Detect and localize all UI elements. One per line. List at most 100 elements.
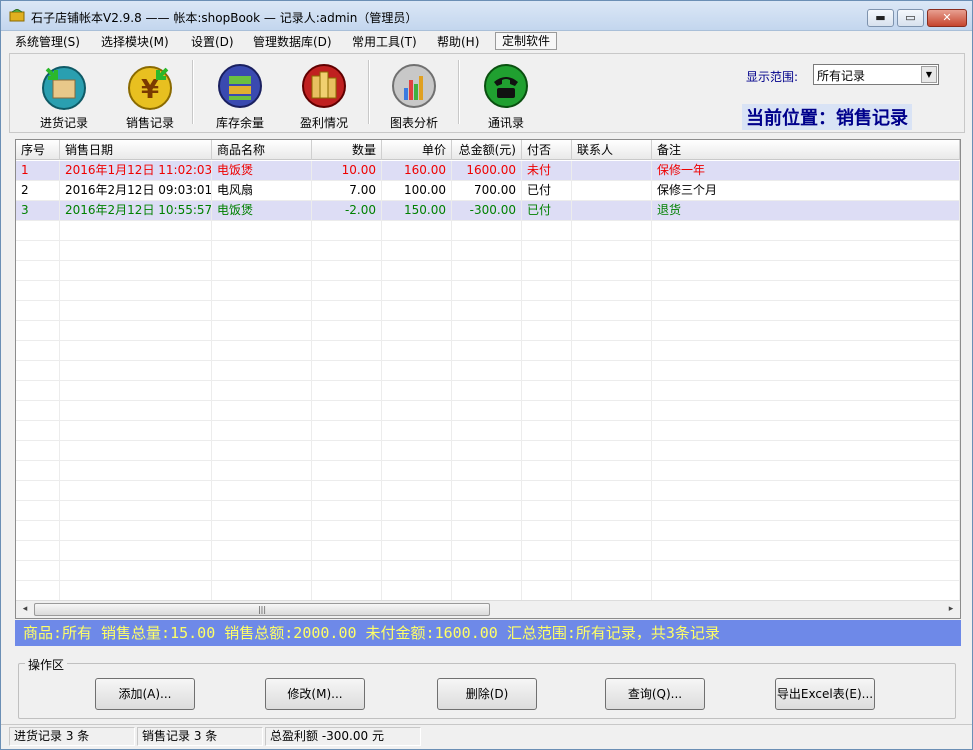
cell-date: [60, 501, 212, 521]
scroll-left-icon[interactable]: ◂: [18, 603, 32, 616]
export-excel-button[interactable]: 导出Excel表(E)...: [775, 678, 875, 710]
cell-paid: [522, 441, 572, 461]
col-header-note[interactable]: 备注: [652, 140, 960, 160]
cell-note: [652, 321, 960, 341]
cell-note: [652, 361, 960, 381]
cell-no: [16, 501, 60, 521]
table-row[interactable]: [16, 341, 960, 361]
tool-inventory[interactable]: 库存余量: [200, 58, 280, 132]
table-row[interactable]: [16, 501, 960, 521]
table-row[interactable]: [16, 301, 960, 321]
app-logo-icon: [9, 9, 25, 22]
inventory-icon: [218, 64, 262, 108]
table-row[interactable]: [16, 381, 960, 401]
close-button[interactable]: ✕: [927, 9, 967, 27]
cell-price: [382, 261, 452, 281]
cell-total: -300.00: [452, 201, 522, 221]
table-row[interactable]: [16, 361, 960, 381]
minimize-button[interactable]: ▬: [867, 9, 894, 27]
col-header-date[interactable]: 销售日期: [60, 140, 212, 160]
add-button[interactable]: 添加(A)...: [95, 678, 195, 710]
cell-contact: [572, 441, 652, 461]
cell-paid: [522, 581, 572, 601]
scroll-thumb[interactable]: |||: [34, 603, 490, 616]
menu-settings[interactable]: 设置(D): [191, 33, 234, 50]
tool-profit[interactable]: 盈利情况: [284, 58, 364, 132]
cell-no: [16, 521, 60, 541]
table-row[interactable]: [16, 281, 960, 301]
cell-total: [452, 221, 522, 241]
tool-inbound-records[interactable]: 进货记录: [24, 58, 104, 132]
menu-tools[interactable]: 常用工具(T): [352, 33, 417, 50]
cell-note: [652, 401, 960, 421]
table-row[interactable]: 2 2016年2月12日 09:03:01 电风扇 7.00 100.00 700.00 已…: [16, 181, 960, 201]
tool-contacts[interactable]: 通讯录: [466, 58, 546, 132]
cell-note: [652, 241, 960, 261]
cell-price: [382, 441, 452, 461]
sales-table[interactable]: 序号 销售日期 商品名称 数量 单价 总金额(元) 付否 联系人 备注 1 201…: [15, 139, 961, 619]
scroll-right-icon[interactable]: ▸: [944, 603, 958, 616]
toolbar-separator: [458, 60, 460, 124]
cell-no: [16, 281, 60, 301]
col-header-total[interactable]: 总金额(元): [452, 140, 522, 160]
query-button[interactable]: 查询(Q)...: [605, 678, 705, 710]
menu-bar: 系统管理(S) 选择模块(M) 设置(D) 管理数据库(D) 常用工具(T) 帮…: [1, 31, 972, 51]
cell-note: [652, 581, 960, 601]
tool-sales-records[interactable]: ¥ 销售记录: [110, 58, 190, 132]
cell-item: 电饭煲: [212, 201, 312, 221]
tool-chart-analysis[interactable]: 图表分析: [374, 58, 454, 132]
cell-no: [16, 381, 60, 401]
col-header-item[interactable]: 商品名称: [212, 140, 312, 160]
table-row[interactable]: 1 2016年1月12日 11:02:03 电饭煲 10.00 160.00 1600.0…: [16, 161, 960, 181]
cell-note: [652, 341, 960, 361]
cell-total: [452, 501, 522, 521]
cell-date: [60, 381, 212, 401]
col-header-contact[interactable]: 联系人: [572, 140, 652, 160]
menu-select-module[interactable]: 选择模块(M): [101, 33, 169, 50]
table-row[interactable]: 3 2016年2月12日 10:55:57 电饭煲 -2.00 150.00 -300.0…: [16, 201, 960, 221]
table-row[interactable]: [16, 421, 960, 441]
horizontal-scrollbar[interactable]: ◂ ||| ▸: [16, 600, 960, 618]
table-row[interactable]: [16, 401, 960, 421]
cell-price: [382, 561, 452, 581]
title-bar[interactable]: 石子店铺帐本V2.9.8 —— 帐本:shopBook — 记录人:admin（…: [1, 1, 972, 31]
table-row[interactable]: [16, 441, 960, 461]
cell-qty: [312, 481, 382, 501]
col-header-paid[interactable]: 付否: [522, 140, 572, 160]
cell-no: [16, 341, 60, 361]
table-row[interactable]: [16, 241, 960, 261]
tool-label: 图表分析: [389, 116, 438, 130]
cell-no: [16, 401, 60, 421]
table-row[interactable]: [16, 261, 960, 281]
chevron-down-icon[interactable]: ▼: [921, 66, 937, 83]
cell-qty: [312, 321, 382, 341]
menu-manage-database[interactable]: 管理数据库(D): [253, 33, 332, 50]
cell-price: [382, 481, 452, 501]
cell-paid: [522, 361, 572, 381]
cell-note: [652, 541, 960, 561]
cell-no: [16, 301, 60, 321]
cell-price: [382, 321, 452, 341]
table-row[interactable]: [16, 481, 960, 501]
col-header-price[interactable]: 单价: [382, 140, 452, 160]
menu-help[interactable]: 帮助(H): [437, 33, 479, 50]
table-row[interactable]: [16, 561, 960, 581]
table-row[interactable]: [16, 221, 960, 241]
cell-no: [16, 441, 60, 461]
table-row[interactable]: [16, 521, 960, 541]
cell-item: [212, 261, 312, 281]
maximize-button[interactable]: ▭: [897, 9, 924, 27]
display-range-select[interactable]: 所有记录 ▼: [813, 64, 939, 85]
edit-button[interactable]: 修改(M)...: [265, 678, 365, 710]
table-row[interactable]: [16, 541, 960, 561]
delete-button[interactable]: 删除(D): [437, 678, 537, 710]
cell-paid: [522, 501, 572, 521]
menu-custom-software[interactable]: 定制软件: [495, 32, 558, 50]
cell-qty: [312, 221, 382, 241]
col-header-qty[interactable]: 数量: [312, 140, 382, 160]
table-row[interactable]: [16, 581, 960, 601]
table-row[interactable]: [16, 321, 960, 341]
table-row[interactable]: [16, 461, 960, 481]
menu-system[interactable]: 系统管理(S): [15, 33, 80, 50]
col-header-no[interactable]: 序号: [16, 140, 60, 160]
